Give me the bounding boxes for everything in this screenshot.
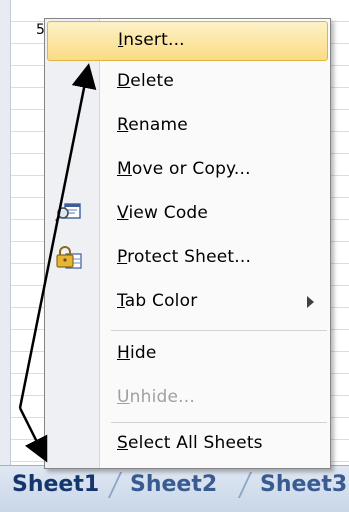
tab-sheet3[interactable]: Sheet3 xyxy=(248,470,349,500)
menu-item-label: Tab Color xyxy=(117,291,198,311)
menu-item-insert[interactable]: Insert... xyxy=(47,21,328,61)
menu-item-label: Insert... xyxy=(118,30,185,50)
menu-item-rename[interactable]: Rename xyxy=(47,107,328,147)
sheet-tab-bar: Sheet1 Sheet2 Sheet3 xyxy=(0,465,349,512)
menu-item-label: Select All Sheets xyxy=(117,433,263,453)
menu-item-label: Rename xyxy=(117,115,188,135)
menu-item-protect-sheet[interactable]: Protect Sheet... xyxy=(47,239,328,279)
menu-item-label: Delete xyxy=(117,71,175,91)
row-header-column[interactable] xyxy=(0,0,11,465)
menu-item-tab-color[interactable]: Tab Color xyxy=(47,283,328,323)
tab-sheet1[interactable]: Sheet1 xyxy=(0,470,111,500)
menu-item-delete[interactable]: Delete xyxy=(47,63,328,103)
menu-separator xyxy=(111,422,327,423)
menu-item-label: Hide xyxy=(117,343,157,363)
menu-item-move-or-copy[interactable]: Move or Copy... xyxy=(47,151,328,191)
tab-sheet2[interactable]: Sheet2 xyxy=(118,470,229,500)
view-code-icon xyxy=(55,201,83,227)
menu-item-unhide: Unhide... xyxy=(47,379,328,419)
protect-sheet-icon xyxy=(55,245,83,271)
menu-item-label: View Code xyxy=(117,203,209,223)
menu-item-label: Protect Sheet... xyxy=(117,247,252,267)
menu-item-label: Unhide... xyxy=(117,387,195,407)
sheet-tab-context-menu: Insert... Delete Rename Move or Copy... … xyxy=(44,18,331,469)
menu-separator xyxy=(111,330,327,331)
menu-item-view-code[interactable]: View Code xyxy=(47,195,328,235)
menu-item-select-all-sheets[interactable]: Select All Sheets xyxy=(47,425,328,465)
submenu-arrow-icon xyxy=(307,296,314,308)
menu-item-label: Move or Copy... xyxy=(117,159,251,179)
menu-item-hide[interactable]: Hide xyxy=(47,335,328,375)
